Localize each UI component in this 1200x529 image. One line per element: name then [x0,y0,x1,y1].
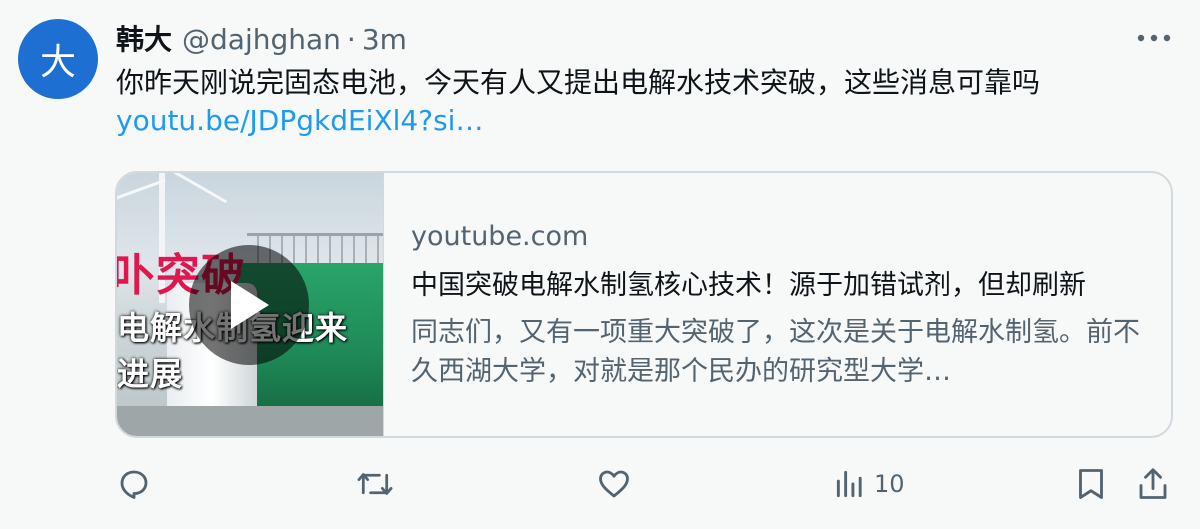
timestamp[interactable]: 3m [362,20,407,60]
like-icon[interactable] [596,460,632,508]
bookmark-icon[interactable] [1074,460,1108,508]
tweet-body: 你昨天刚说完固态电池，今天有人又提出电解水技术突破，这些消息可靠吗 [116,66,1041,99]
reply-icon[interactable] [116,460,152,508]
tweet: 大 韩大 @dajhghan · 3m 你昨天刚说完固态电池，今天有人又提出电解… [0,0,1200,529]
ground-graphic [117,406,383,436]
card-description: 同志们，又有一项重大突破了，这次是关于电解水制氢。前不久西湖大学，对就是那个民办… [411,317,1140,387]
share-icon[interactable] [1136,460,1170,508]
tweet-header: 韩大 @dajhghan · 3m [116,20,407,60]
avatar-letter: 大 [39,42,76,83]
card-title: 中国突破电解水制氢核心技术！源于加错试剂，但却刷新 [411,270,1086,301]
card-body: youtube.com 中国突破电解水制氢核心技术！源于加错试剂，但却刷新 同志… [384,173,1171,436]
tweet-text: 你昨天刚说完固态电池，今天有人又提出电解水技术突破，这些消息可靠吗 youtu.b… [116,64,1116,140]
views-count: 10 [874,470,905,498]
views-button[interactable]: 10 [834,460,905,508]
tweet-link[interactable]: youtu.be/JDPgkdEiXl4?si… [116,104,483,137]
views-icon [836,470,862,498]
turbine-blade [164,173,228,204]
separator-dot: · [346,23,356,56]
video-thumbnail[interactable]: 卟突破 电解水制氢迎来 进展 [117,173,384,436]
card-domain: youtube.com [411,221,589,252]
action-bar: 10 [0,460,1200,508]
thumbnail-overlay-text: 进展 [117,355,184,393]
link-preview-card[interactable]: 卟突破 电解水制氢迎来 进展 youtube.com 中国突破电解水制氢核心技术… [115,171,1173,438]
display-name[interactable]: 韩大 [116,20,172,60]
retweet-icon[interactable] [356,460,394,508]
user-handle[interactable]: @dajhghan [182,20,341,60]
more-options-icon[interactable] [1134,24,1174,52]
avatar[interactable]: 大 [18,19,98,99]
play-icon[interactable] [189,245,309,365]
